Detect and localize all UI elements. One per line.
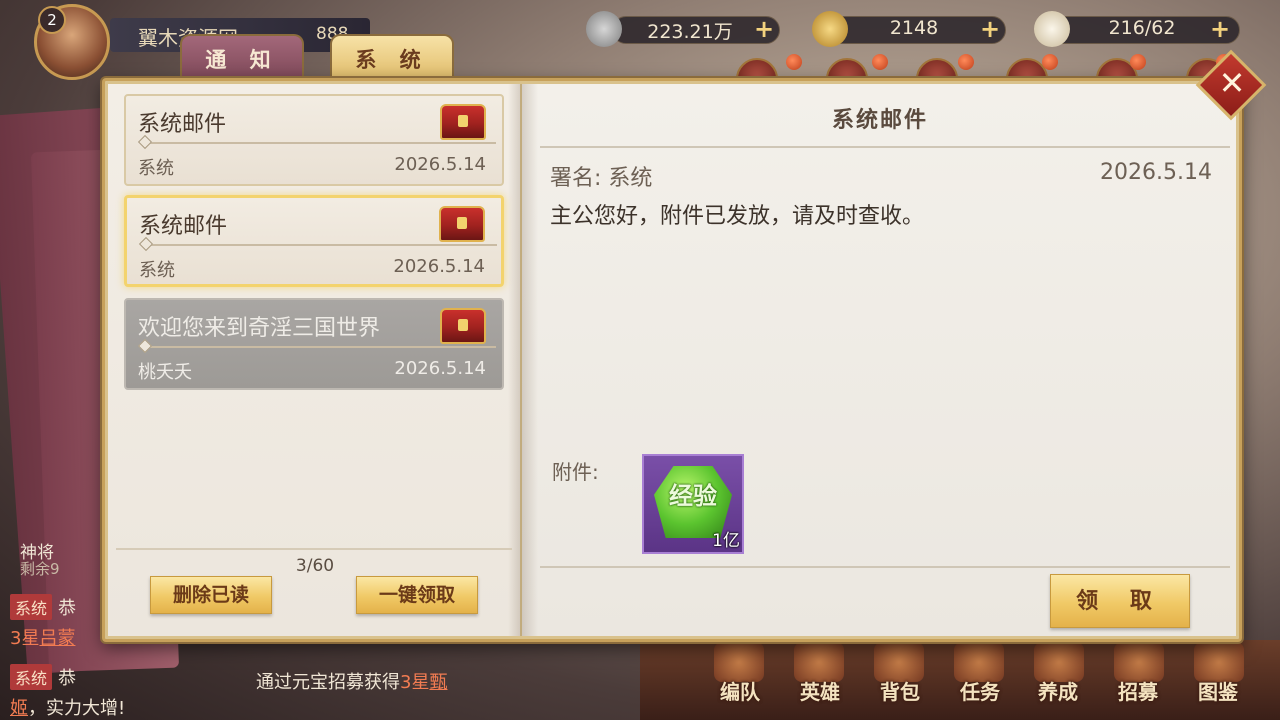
mail-date: 2026.5.14 bbox=[394, 154, 486, 175]
tab-system[interactable]: 系 统 bbox=[330, 34, 454, 84]
nav-quests[interactable]: 任务 bbox=[946, 676, 1014, 705]
title-divider bbox=[540, 146, 1230, 148]
system-tag: 系统 bbox=[10, 594, 53, 620]
notification-dot bbox=[1130, 54, 1146, 70]
bottom-nav: 编队 英雄 背包 任务 养成 招募 图鉴 bbox=[700, 640, 1280, 720]
chat-text-mid: 通过元宝招募获得3星甄 bbox=[256, 668, 447, 694]
gold-ingot-icon bbox=[812, 11, 848, 47]
chat-message-cont: 姬，实力大增! bbox=[10, 694, 125, 720]
mail-count: 3/60 bbox=[295, 556, 335, 576]
chat-text: 3星 bbox=[10, 628, 40, 649]
attachment-item-name: 经验 bbox=[669, 482, 717, 510]
close-icon[interactable]: ✕ bbox=[1212, 58, 1252, 108]
treasure-chest-icon bbox=[440, 104, 486, 140]
coin-icon bbox=[586, 11, 622, 47]
chat-hero-link[interactable]: 姬 bbox=[10, 698, 28, 719]
add-stamina-button[interactable]: + bbox=[1208, 17, 1232, 42]
mail-item-selected[interactable]: 系统邮件 系统 2026.5.14 bbox=[124, 195, 504, 287]
mail-sender: 系统 bbox=[139, 260, 175, 281]
attachment-label: 附件: bbox=[552, 460, 599, 484]
tab-notice[interactable]: 通 知 bbox=[180, 34, 304, 84]
divider bbox=[140, 346, 496, 348]
chat-message-cont: 3星吕蒙 bbox=[10, 624, 75, 650]
treasure-chest-icon bbox=[439, 206, 485, 242]
nav-codex[interactable]: 图鉴 bbox=[1184, 676, 1252, 705]
stamina-bun-icon bbox=[1034, 11, 1070, 47]
side-event-sub: 剩余9 bbox=[20, 560, 60, 578]
notification-dot bbox=[786, 54, 802, 70]
mail-detail-date: 2026.5.14 bbox=[1100, 160, 1212, 185]
resource-value-ingots: 2148 bbox=[889, 17, 939, 39]
divider bbox=[140, 142, 496, 144]
mail-sender: 桃夭夭 bbox=[138, 362, 192, 383]
chat-hero-link[interactable]: 甄 bbox=[429, 672, 447, 693]
nav-backpack[interactable]: 背包 bbox=[866, 676, 934, 705]
opened-chest-icon bbox=[440, 308, 486, 344]
list-footer-divider bbox=[116, 548, 512, 550]
mail-body: 主公您好，附件已发放，请及时查收。 bbox=[550, 204, 925, 229]
divider bbox=[141, 244, 497, 246]
claim-all-button[interactable]: 一键领取 bbox=[356, 576, 478, 614]
book-spine bbox=[508, 84, 538, 636]
chat-message[interactable]: 系统恭 bbox=[10, 594, 76, 620]
mail-date: 2026.5.14 bbox=[393, 256, 485, 277]
mail-item-read[interactable]: 欢迎您来到奇淫三国世界 桃夭夭 2026.5.14 bbox=[124, 298, 504, 390]
mail-title: 系统邮件 bbox=[139, 214, 228, 239]
mail-detail-title: 系统邮件 bbox=[831, 107, 928, 133]
attachment-quantity: 1亿 bbox=[712, 531, 740, 551]
chat-message[interactable]: 系统恭 bbox=[10, 664, 76, 690]
nav-heroes[interactable]: 英雄 bbox=[786, 676, 854, 705]
chat-text: 恭 bbox=[58, 668, 77, 689]
chat-hero-link[interactable]: 吕蒙 bbox=[39, 628, 75, 649]
notification-dot bbox=[958, 54, 974, 70]
add-ingots-button[interactable]: + bbox=[978, 17, 1002, 42]
nav-cultivate[interactable]: 养成 bbox=[1024, 676, 1092, 705]
delete-read-button[interactable]: 删除已读 bbox=[150, 576, 272, 614]
system-tag: 系统 bbox=[10, 664, 53, 690]
chat-star: 3星 bbox=[400, 672, 430, 693]
resource-value-coins: 223.21万 bbox=[647, 21, 733, 43]
mail-title: 欢迎您来到奇淫三国世界 bbox=[138, 316, 381, 341]
nav-formation[interactable]: 编队 bbox=[706, 676, 774, 705]
chat-text: 通过元宝招募获得 bbox=[256, 672, 400, 693]
player-level-badge: 2 bbox=[38, 6, 66, 34]
mail-date: 2026.5.14 bbox=[394, 358, 486, 379]
mail-title: 系统邮件 bbox=[138, 112, 227, 137]
chat-text: ，实力大增! bbox=[28, 698, 126, 719]
resource-value-stamina: 216/62 bbox=[1108, 17, 1176, 39]
notification-dot bbox=[872, 54, 888, 70]
add-coins-button[interactable]: + bbox=[752, 17, 776, 42]
notification-dot bbox=[1042, 54, 1058, 70]
nav-recruit[interactable]: 招募 bbox=[1104, 676, 1172, 705]
mail-sender: 系统 bbox=[138, 158, 174, 179]
mail-item[interactable]: 系统邮件 系统 2026.5.14 bbox=[124, 94, 504, 186]
claim-button[interactable]: 领 取 bbox=[1050, 574, 1190, 628]
mail-signature: 署名: 系统 bbox=[550, 166, 653, 191]
chat-text: 恭 bbox=[58, 598, 77, 619]
detail-footer-divider bbox=[540, 566, 1230, 568]
